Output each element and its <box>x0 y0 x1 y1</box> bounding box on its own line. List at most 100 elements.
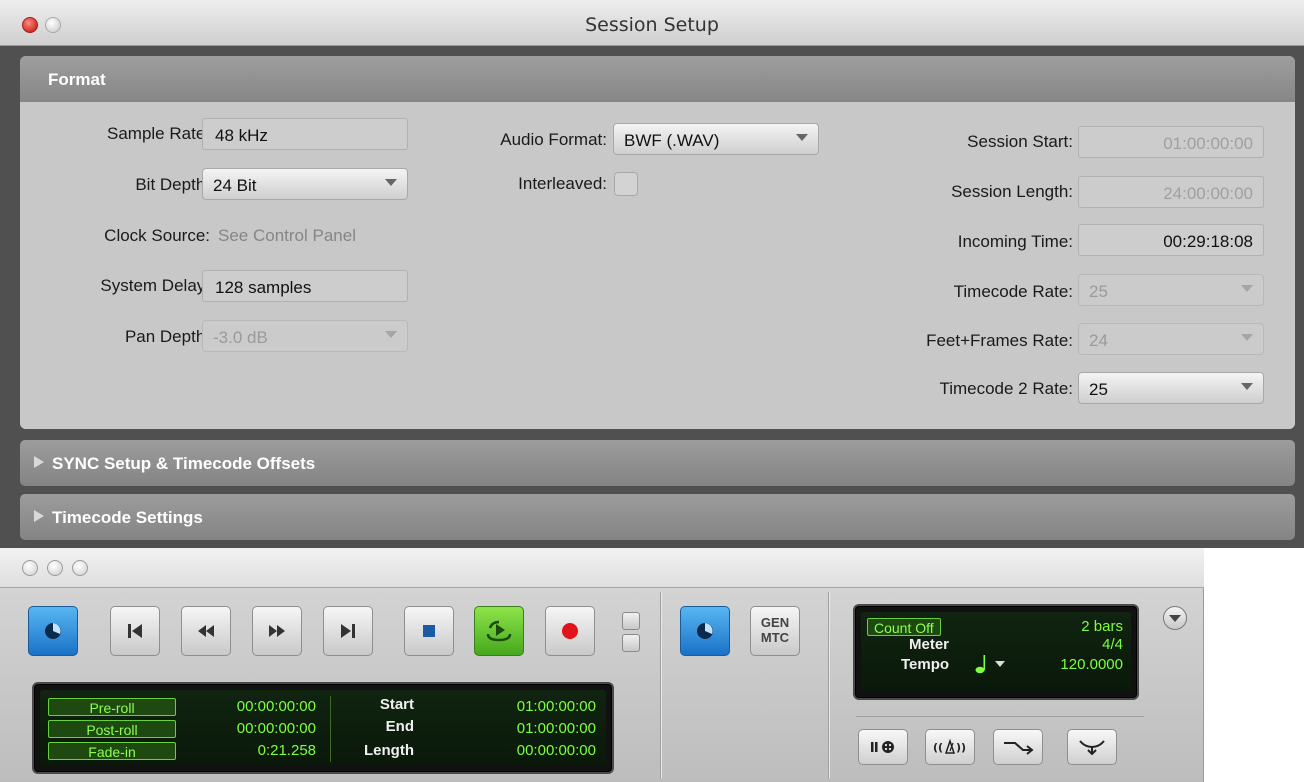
chevron-down-icon <box>796 134 808 141</box>
timecode-rate-select[interactable]: 25 <box>1078 274 1264 306</box>
end-value[interactable]: 01:00:00:00 <box>517 720 596 737</box>
incoming-time-field: 00:29:18:08 <box>1078 224 1264 256</box>
midi-display: Count Off 2 bars Meter 4/4 Tempo 120.000… <box>853 604 1139 700</box>
metronome-button[interactable]: (( )) <box>925 729 975 765</box>
count-off-value[interactable]: 2 bars <box>1081 618 1123 635</box>
postroll-toggle[interactable]: Post-roll <box>48 720 176 738</box>
system-delay-label: System Delay: <box>100 276 210 295</box>
transport-window: GEN MTC Pre-roll Post-roll Fade-in 00:00… <box>0 548 1204 782</box>
transport-title-bar <box>0 548 1204 588</box>
bit-depth-select[interactable]: 24 Bit <box>202 168 408 200</box>
count-off-toggle[interactable]: Count Off <box>867 618 941 636</box>
return-to-zero-icon <box>128 624 142 638</box>
end-label: End <box>385 718 414 735</box>
minimize-window-button[interactable] <box>47 560 63 576</box>
feet-frames-rate-value: 24 <box>1089 331 1108 350</box>
stop-button[interactable] <box>404 606 454 656</box>
timecode2-rate-value: 25 <box>1089 380 1108 399</box>
timecode-rate-label: Timecode Rate: <box>953 282 1073 301</box>
sync-online-button[interactable] <box>680 606 730 656</box>
rewind-button[interactable] <box>181 606 231 656</box>
disclosure-triangle-icon <box>34 510 44 522</box>
session-start-field: 01:00:00:00 <box>1078 126 1264 158</box>
transport-option-toggle-1[interactable] <box>622 612 640 630</box>
counters-display: Pre-roll Post-roll Fade-in 00:00:00:00 0… <box>32 682 614 774</box>
transport-main: GEN MTC Pre-roll Post-roll Fade-in 00:00… <box>10 592 1194 778</box>
fadein-toggle[interactable]: Fade-in <box>48 742 176 760</box>
session-setup-window: Session Setup Format Sample Rate: 48 kHz… <box>0 0 1304 548</box>
zoom-window-button[interactable] <box>72 560 88 576</box>
sync-setup-section[interactable]: SYNC Setup & Timecode Offsets <box>20 440 1295 486</box>
length-value[interactable]: 00:00:00:00 <box>517 742 596 759</box>
countoff-button[interactable] <box>993 729 1043 765</box>
gen-label: GEN <box>760 615 790 630</box>
postroll-value[interactable]: 00:00:00:00 <box>237 720 316 737</box>
chevron-down-icon <box>1241 334 1253 341</box>
midi-display-screen: Count Off 2 bars Meter 4/4 Tempo 120.000… <box>861 612 1131 692</box>
quarter-note-icon[interactable] <box>975 654 989 674</box>
preroll-value[interactable]: 00:00:00:00 <box>237 698 316 715</box>
sample-rate-label: Sample Rate: <box>107 124 210 143</box>
format-panel: Format Sample Rate: 48 kHz Bit Depth: 24… <box>20 56 1295 429</box>
tempo-label: Tempo <box>901 656 950 673</box>
format-header[interactable]: Format <box>20 56 1295 102</box>
session-length-field: 24:00:00:00 <box>1078 176 1264 208</box>
fast-forward-icon <box>269 625 285 637</box>
chevron-down-icon <box>1241 383 1253 390</box>
timecode2-rate-label: Timecode 2 Rate: <box>939 379 1073 398</box>
online-button[interactable] <box>28 606 78 656</box>
gen-mtc-button[interactable]: GEN MTC <box>750 606 800 656</box>
svg-text:)): )) <box>956 741 966 754</box>
fadein-value[interactable]: 0:21.258 <box>258 742 316 759</box>
incoming-time-label: Incoming Time: <box>957 232 1073 251</box>
timecode-rate-value: 25 <box>1089 282 1108 301</box>
timecode-settings-section[interactable]: Timecode Settings <box>20 494 1295 540</box>
return-to-zero-button[interactable] <box>110 606 160 656</box>
chevron-down-icon <box>1241 285 1253 292</box>
wait-for-note-button[interactable] <box>858 729 908 765</box>
pan-depth-select[interactable]: -3.0 dB <box>202 320 408 352</box>
divider <box>856 716 1144 717</box>
close-window-button[interactable] <box>22 560 38 576</box>
audio-format-select[interactable]: BWF (.WAV) <box>613 123 819 155</box>
fast-forward-button[interactable] <box>252 606 302 656</box>
pan-depth-value: -3.0 dB <box>213 328 268 347</box>
start-value[interactable]: 01:00:00:00 <box>517 698 596 715</box>
timecode2-rate-select[interactable]: 25 <box>1078 372 1264 404</box>
record-icon <box>562 623 578 639</box>
svg-text:((: (( <box>933 741 943 754</box>
clock-source-label: Clock Source: <box>104 226 210 245</box>
session-start-label: Session Start: <box>967 132 1073 151</box>
go-to-end-button[interactable] <box>323 606 373 656</box>
transport-view-menu-icon[interactable] <box>1163 606 1187 630</box>
interleaved-label: Interleaved: <box>518 174 607 193</box>
play-loop-button[interactable] <box>474 606 524 656</box>
clock-source-value: See Control Panel <box>218 226 356 245</box>
chevron-down-icon <box>385 179 397 186</box>
counters-display-screen: Pre-roll Post-roll Fade-in 00:00:00:00 0… <box>40 690 606 766</box>
counter-divider <box>330 696 331 762</box>
preroll-toggle[interactable]: Pre-roll <box>48 698 176 716</box>
mtc-label: MTC <box>760 630 790 645</box>
interleaved-checkbox[interactable] <box>614 172 638 196</box>
title-bar: Session Setup <box>0 0 1304 46</box>
audio-format-label: Audio Format: <box>500 130 607 149</box>
divider <box>660 592 661 778</box>
length-label: Length <box>364 742 414 759</box>
feet-frames-rate-select[interactable]: 24 <box>1078 323 1264 355</box>
online-clock-icon <box>697 623 713 639</box>
meter-value[interactable]: 4/4 <box>1102 636 1123 653</box>
go-to-end-icon <box>341 624 355 638</box>
record-button[interactable] <box>545 606 595 656</box>
midi-merge-button[interactable] <box>1067 729 1117 765</box>
wait-for-note-icon <box>871 741 894 753</box>
start-label: Start <box>379 696 414 713</box>
format-body: Sample Rate: 48 kHz Bit Depth: 24 Bit Cl… <box>20 102 1295 429</box>
bit-depth-value: 24 Bit <box>213 176 257 195</box>
countoff-arrow-icon <box>1004 742 1034 755</box>
tempo-value[interactable]: 120.0000 <box>1060 656 1123 673</box>
transport-option-toggle-2[interactable] <box>622 634 640 652</box>
audio-format-value: BWF (.WAV) <box>624 131 720 150</box>
timecode-settings-label: Timecode Settings <box>52 508 203 527</box>
tempo-dropdown-icon[interactable] <box>995 661 1005 667</box>
